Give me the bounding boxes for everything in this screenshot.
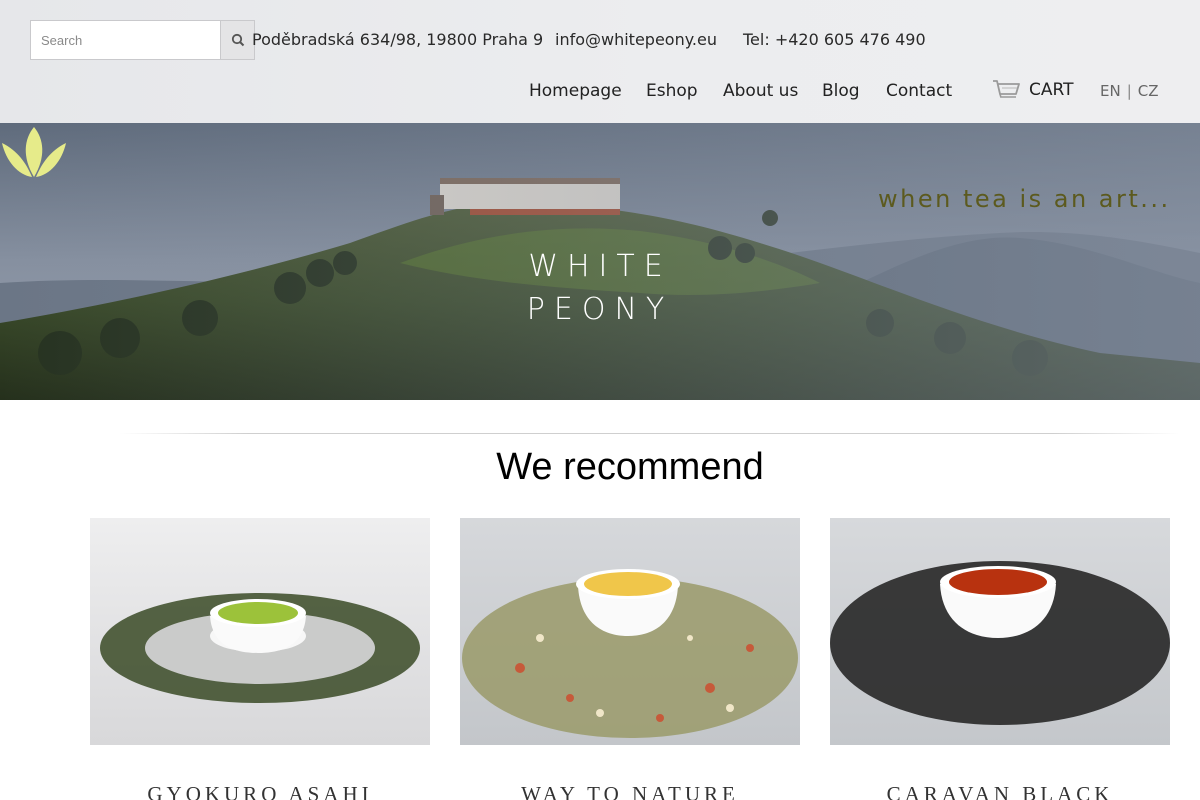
contact-email[interactable]: info@whitepeony.eu (555, 29, 717, 51)
search-bar (30, 20, 255, 60)
brand-name-line2: PEONY (526, 292, 674, 327)
lang-separator: | (1126, 82, 1132, 100)
hero-banner: WHITE PEONY when tea is an art... (0, 123, 1200, 400)
search-icon (231, 33, 244, 47)
recommend-title: We recommend (496, 446, 764, 488)
hero-tagline: when tea is an art... (878, 185, 1171, 213)
lang-en-link[interactable]: EN (1100, 82, 1121, 100)
tea-cup-image (830, 518, 1170, 745)
product-title-gyokuro[interactable]: GYOKURO ASAHI (90, 782, 430, 800)
nav-blog[interactable]: Blog (822, 80, 860, 102)
nav-eshop[interactable]: Eshop (646, 80, 698, 102)
site-header: Poděbradská 634/98, 19800 Praha 9 info@w… (0, 0, 1200, 123)
search-button[interactable] (220, 20, 255, 60)
section-divider (120, 433, 1180, 434)
nav-homepage[interactable]: Homepage (529, 80, 622, 102)
lang-cz-link[interactable]: CZ (1138, 82, 1159, 100)
product-image-caravan-black[interactable] (830, 518, 1170, 745)
product-title-way-to-nature[interactable]: WAY TO NATURE (460, 782, 800, 800)
cart-link[interactable]: CART (992, 78, 1073, 102)
product-image-gyokuro[interactable] (90, 518, 430, 745)
nav-about-us[interactable]: About us (723, 80, 798, 102)
contact-phone[interactable]: Tel: +420 605 476 490 (743, 29, 926, 51)
contact-address: Poděbradská 634/98, 19800 Praha 9 (252, 30, 544, 49)
brand-name-line1: WHITE (528, 249, 672, 284)
search-input[interactable] (30, 20, 220, 60)
cart-icon (993, 80, 1020, 98)
product-image-way-to-nature[interactable] (460, 518, 800, 745)
nav-contact[interactable]: Contact (886, 80, 952, 102)
tea-cup-image (90, 518, 430, 745)
cart-label: CART (1029, 80, 1074, 100)
product-title-caravan-black[interactable]: CARAVAN BLACK (830, 782, 1170, 800)
tea-cup-image (460, 518, 800, 745)
lotus-logo-icon (2, 127, 66, 177)
language-switcher: EN | CZ (1100, 82, 1159, 100)
